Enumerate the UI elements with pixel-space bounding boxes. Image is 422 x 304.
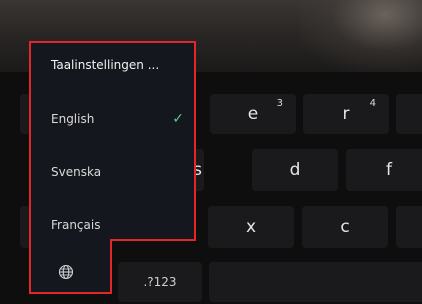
key-v-partial[interactable] xyxy=(396,206,422,248)
background-highlight xyxy=(300,0,422,72)
key-r[interactable]: r 4 xyxy=(303,94,389,134)
highlight-border xyxy=(29,292,112,294)
language-item-label: English xyxy=(51,112,95,126)
key-label: d xyxy=(289,160,301,180)
language-item-francais[interactable]: Français xyxy=(31,210,194,240)
key-t-partial[interactable] xyxy=(396,94,422,134)
key-label: x xyxy=(245,217,257,237)
highlight-border xyxy=(110,239,112,294)
key-label: f xyxy=(386,160,392,180)
language-settings-link[interactable]: Taalinstellingen ... xyxy=(51,58,159,72)
key-hint: 4 xyxy=(369,98,376,109)
symbols-key-label: .?123 xyxy=(143,275,177,289)
key-c[interactable]: c xyxy=(302,206,388,248)
key-label: c xyxy=(340,217,350,237)
language-item-english[interactable]: English ✓ xyxy=(31,104,194,134)
highlight-border xyxy=(112,239,196,241)
check-icon: ✓ xyxy=(172,111,184,127)
symbols-key[interactable]: .?123 xyxy=(118,262,202,302)
key-e[interactable]: e 3 xyxy=(210,94,296,134)
screen: e 3 r 4 s d f x c .?123 Taalinstellingen… xyxy=(0,0,422,304)
space-bar[interactable] xyxy=(209,262,422,302)
key-f[interactable]: f xyxy=(346,149,422,191)
key-label: r xyxy=(342,104,350,124)
key-label: e xyxy=(247,104,259,124)
language-item-label: Svenska xyxy=(51,165,102,179)
key-x[interactable]: x xyxy=(208,206,294,248)
key-d[interactable]: d xyxy=(252,149,338,191)
language-item-label: Français xyxy=(51,218,101,232)
globe-icon[interactable] xyxy=(58,264,74,280)
key-hint: 3 xyxy=(276,98,283,109)
language-item-svenska[interactable]: Svenska xyxy=(31,157,194,187)
